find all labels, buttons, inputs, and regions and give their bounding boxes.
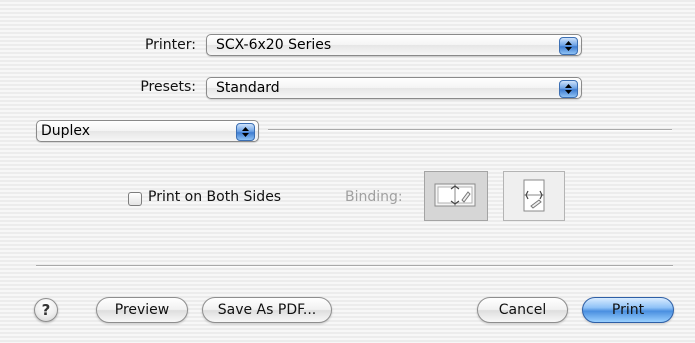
help-icon: ? [41,301,51,319]
cancel-button[interactable]: Cancel [477,297,568,323]
up-down-chevron-icon [559,80,578,98]
printer-popup-value: SCX-6x20 Series [216,37,332,53]
up-down-chevron-icon [236,123,255,141]
panel-popup-value: Duplex [41,123,91,139]
printer-label: Printer: [144,37,196,53]
bottom-separator [36,265,673,267]
preview-button[interactable]: Preview [96,297,188,323]
up-down-chevron-icon [559,37,578,55]
presets-popup-value: Standard [216,80,280,96]
presets-label: Presets: [140,79,196,95]
print-both-sides-label[interactable]: Print on Both Sides [148,189,281,205]
print-button[interactable]: Print [582,297,674,323]
printer-popup[interactable]: SCX-6x20 Series [206,34,582,56]
presets-popup[interactable]: Standard [206,77,582,99]
save-as-pdf-button[interactable]: Save As PDF... [202,297,332,323]
binding-short-edge-button[interactable] [503,171,565,221]
print-both-sides-checkbox[interactable] [128,192,142,206]
binding-short-edge-icon [523,179,545,212]
binding-long-edge-icon [434,183,476,207]
binding-long-edge-button[interactable] [424,171,488,221]
help-button[interactable]: ? [34,298,58,322]
panel-popup[interactable]: Duplex [36,120,259,142]
binding-label: Binding: [345,189,403,205]
panel-separator [268,129,672,131]
